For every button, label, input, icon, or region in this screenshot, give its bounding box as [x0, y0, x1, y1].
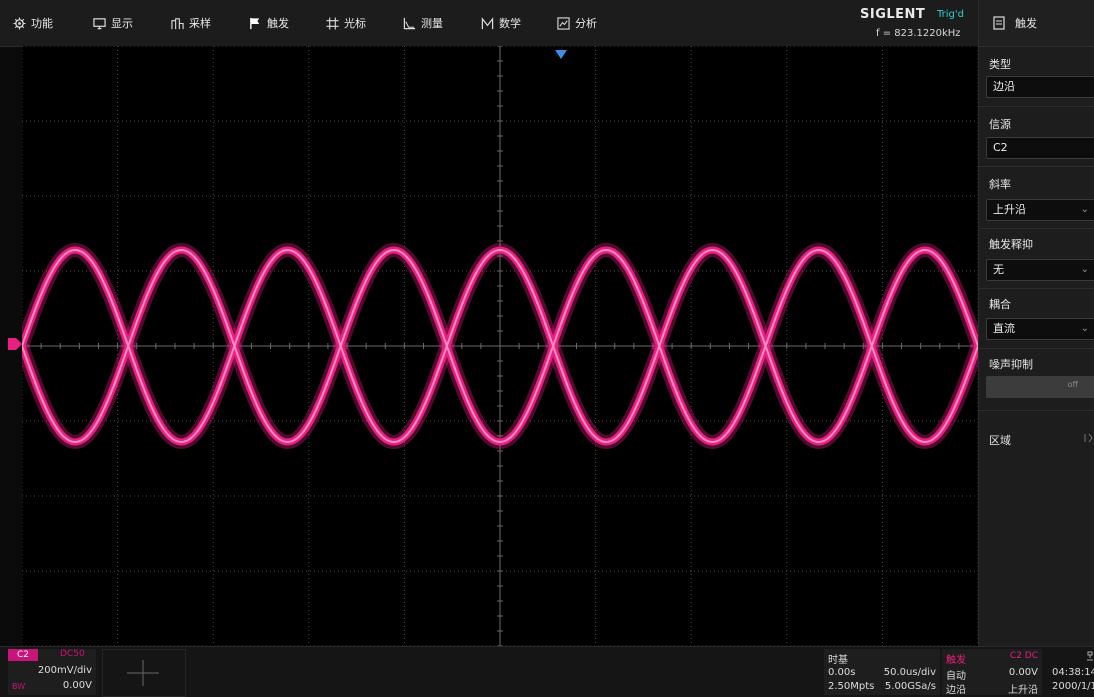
- noise-reject-state: off: [1067, 380, 1078, 389]
- menu-trigger[interactable]: 触发: [248, 0, 289, 46]
- chevron-right-icon[interactable]: [1083, 432, 1093, 444]
- frequency-readout: f = 823.1220kHz: [876, 28, 961, 39]
- timebase-box[interactable]: 时基 0.00s 50.0us/div 2.50Mpts 5.00GSa/s: [824, 649, 940, 695]
- channel-offset-marker[interactable]: [8, 338, 22, 350]
- plus-icon: [127, 660, 159, 686]
- top-menu-bar: 功能 显示 采样 触发 光标 测量 数学 分析 SIGLENT Trig'd f…: [0, 0, 978, 47]
- source-select[interactable]: C2: [986, 137, 1094, 159]
- gear-icon: [12, 16, 26, 30]
- menu-acquire-label: 采样: [189, 17, 211, 30]
- menu-function[interactable]: 功能: [12, 0, 53, 46]
- divider: [979, 410, 1094, 411]
- divider: [979, 166, 1094, 167]
- trigger-box[interactable]: 触发 C2 DC 自动 0.00V 边沿 上升沿: [942, 649, 1042, 696]
- network-icon: [1087, 651, 1093, 661]
- menu-trigger-label: 触发: [267, 17, 289, 30]
- timebase-scale: 50.0us/div: [883, 667, 936, 678]
- trigger-position-marker[interactable]: [555, 50, 567, 60]
- bandwidth-limit: BW: [12, 682, 26, 691]
- menu-analysis-label: 分析: [575, 17, 597, 30]
- menu-function-label: 功能: [31, 17, 53, 30]
- menu-cursors[interactable]: 光标: [325, 0, 366, 46]
- menu-analysis[interactable]: 分析: [556, 0, 597, 46]
- source-label: 信源: [989, 118, 1011, 131]
- menu-display[interactable]: 显示: [92, 0, 133, 46]
- trigger-label: 触发: [946, 655, 966, 666]
- panel-header: 触发: [979, 0, 1094, 47]
- clock-time: 04:38:14: [1052, 667, 1094, 678]
- analysis-icon: [556, 16, 570, 30]
- memory-depth: 2.50Mpts: [828, 681, 875, 692]
- holdoff-label: 触发释抑: [989, 238, 1033, 251]
- menu-math-label: 数学: [499, 17, 521, 30]
- type-label: 类型: [989, 58, 1011, 71]
- divider: [979, 106, 1094, 107]
- sample-rate: 5.00GSa/s: [884, 681, 936, 692]
- zone-label[interactable]: 区域: [989, 432, 1011, 448]
- menu-acquire[interactable]: 采样: [170, 0, 211, 46]
- menu-cursors-label: 光标: [344, 17, 366, 30]
- menu-measure[interactable]: 测量: [402, 0, 443, 46]
- slope-value: 上升沿: [993, 203, 1026, 216]
- cursor-grid-icon: [325, 16, 339, 30]
- timebase-delay: 0.00s: [828, 667, 856, 678]
- slope-select[interactable]: 上升沿 ⌄: [986, 199, 1094, 221]
- chevron-down-icon: ⌄: [1080, 323, 1089, 334]
- source-value: C2: [993, 141, 1008, 154]
- coupling-value: 直流: [993, 322, 1015, 335]
- channel-name: C2: [8, 649, 38, 661]
- menu-display-label: 显示: [111, 17, 133, 30]
- type-value: 边沿: [993, 80, 1015, 93]
- flag-icon: [248, 16, 262, 30]
- divider: [979, 228, 1094, 229]
- trigger-settings-panel: 触发 类型 边沿 信源 C2 斜率 上升沿 ⌄ 触发释抑 无 ⌄ 耦合 直流 ⌄ 噪声…: [978, 0, 1094, 646]
- sample-icon: [170, 16, 184, 30]
- divider: [979, 348, 1094, 349]
- graticule: [22, 46, 978, 646]
- channel-2-box[interactable]: C2 DC50 200mV/div 0.00V BW: [8, 649, 96, 695]
- coupling-select[interactable]: 直流 ⌄: [986, 318, 1094, 340]
- clock-date: 2000/1/1: [1052, 681, 1094, 692]
- monitor-icon: [92, 16, 106, 30]
- document-icon: [993, 16, 1005, 30]
- channel-scale: 200mV/div: [37, 665, 92, 676]
- type-select[interactable]: 边沿: [986, 76, 1094, 98]
- chevron-down-icon: ⌄: [1080, 264, 1089, 275]
- clock: 04:38:14 2000/1/1: [1046, 649, 1094, 695]
- menu-measure-label: 测量: [421, 17, 443, 30]
- waveform-display[interactable]: [22, 46, 978, 646]
- timebase-label: 时基: [828, 655, 848, 666]
- holdoff-value: 无: [993, 263, 1004, 276]
- status-bar: C2 DC50 200mV/div 0.00V BW 时基 0.00s 50.0…: [0, 646, 1094, 697]
- trigger-source: C2 DC: [1009, 651, 1038, 661]
- channel-coupling: DC50: [60, 649, 85, 659]
- math-icon: [480, 16, 494, 30]
- status-box: SIGLENT Trig'd f = 823.1220kHz: [850, 3, 976, 43]
- panel-title: 触发: [1015, 17, 1037, 30]
- trigger-type: 边沿: [946, 685, 966, 696]
- coupling-label: 耦合: [989, 298, 1011, 311]
- chevron-down-icon: ⌄: [1080, 204, 1089, 215]
- add-channel-button[interactable]: [102, 649, 186, 697]
- trigger-level: 0.00V: [1008, 667, 1038, 678]
- slope-label: 斜率: [989, 178, 1011, 191]
- trigger-slope: 上升沿: [1008, 685, 1038, 696]
- brand-logo: SIGLENT: [860, 7, 926, 22]
- divider: [979, 288, 1094, 289]
- trigger-mode: 自动: [946, 671, 966, 682]
- noise-reject-label: 噪声抑制: [989, 358, 1033, 371]
- noise-reject-toggle[interactable]: off: [986, 376, 1094, 398]
- trigger-status: Trig'd: [937, 9, 964, 20]
- holdoff-select[interactable]: 无 ⌄: [986, 259, 1094, 281]
- measure-icon: [402, 16, 416, 30]
- channel-offset: 0.00V: [62, 680, 92, 691]
- menu-math[interactable]: 数学: [480, 0, 521, 46]
